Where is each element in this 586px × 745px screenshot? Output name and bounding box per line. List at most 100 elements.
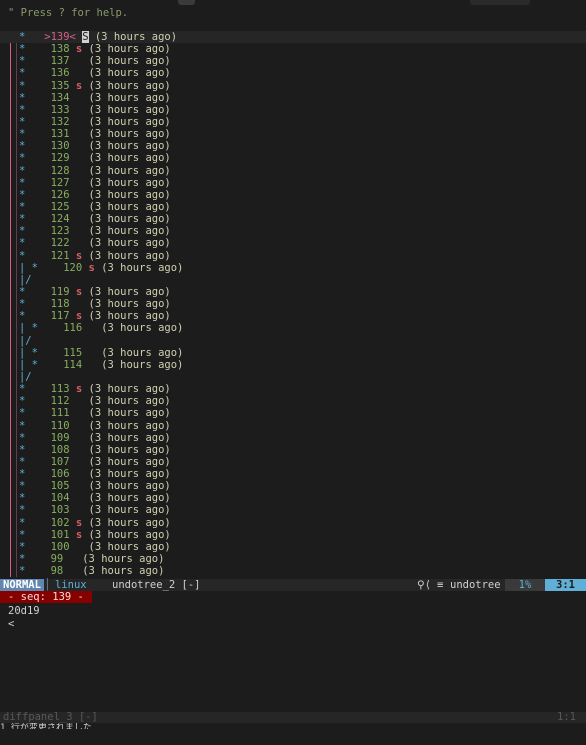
undo-node[interactable]: * 125 (3 hours ago) [0,201,586,213]
undotree-pane[interactable]: * >139< S (3 hours ago) * 138 s (3 hours… [0,31,586,577]
undo-node[interactable]: * 102 s (3 hours ago) [0,517,586,529]
undo-node[interactable]: * 117 s (3 hours ago) [0,310,586,322]
node-number: 116 [63,322,83,335]
node-time: (3 hours ago) [101,322,184,335]
filetype-label: undotree [450,579,501,591]
node-number: 131 [50,128,70,141]
undo-node[interactable]: | * 114 (3 hours ago) [0,359,586,371]
undo-node[interactable]: * 106 (3 hours ago) [0,468,586,480]
undo-node[interactable]: * 118 (3 hours ago) [0,298,586,310]
undo-node[interactable]: * 138 s (3 hours ago) [0,43,586,55]
undo-node[interactable]: * 103 (3 hours ago) [0,504,586,516]
undo-node[interactable]: * 134 (3 hours ago) [0,92,586,104]
undo-node[interactable]: * 108 (3 hours ago) [0,444,586,456]
undo-node[interactable]: * 111 (3 hours ago) [0,407,586,419]
node-number: 134 [50,91,70,104]
undo-node[interactable]: * 104 (3 hours ago) [0,492,586,504]
undo-node[interactable]: * 100 (3 hours ago) [0,541,586,553]
graph-mark: | * [18,346,38,359]
undo-node[interactable]: | * 120 s (3 hours ago) [0,262,586,274]
node-number: 99 [50,553,64,566]
node-number: 109 [50,431,70,444]
node-number: 135 [50,79,70,92]
undo-node[interactable]: * 109 (3 hours ago) [0,432,586,444]
undotree-icon: ≡ [437,579,444,591]
undo-node[interactable]: * 101 s (3 hours ago) [0,529,586,541]
undo-node[interactable]: * 137 (3 hours ago) [0,55,586,67]
node-time: (3 hours ago) [88,431,171,444]
undo-node[interactable]: * 119 s (3 hours ago) [0,286,586,298]
undo-node[interactable]: * 126 (3 hours ago) [0,189,586,201]
undo-node[interactable]: * 110 (3 hours ago) [0,420,586,432]
node-time: (3 hours ago) [88,140,171,153]
undo-node[interactable]: | * 116 (3 hours ago) [0,322,586,334]
undo-node[interactable]: * 98 (3 hours ago) [0,565,586,577]
undo-node[interactable]: * 129 (3 hours ago) [0,152,586,164]
separator-icon: ▏ [47,579,54,591]
undo-node-current[interactable]: * >139< S (3 hours ago) [0,31,586,44]
node-number: 103 [50,504,70,517]
branch-connector: |/ [0,274,586,286]
node-number: 102 [50,516,70,529]
undo-node[interactable]: * 135 s (3 hours ago) [0,80,586,92]
graph-mark: | * [18,261,38,274]
tab-indicator[interactable] [178,0,195,5]
node-time: (3 hours ago) [88,407,171,420]
node-number: 128 [50,164,70,177]
undo-node[interactable]: * 133 (3 hours ago) [0,104,586,116]
undo-node[interactable]: * 127 (3 hours ago) [0,177,586,189]
node-number: 129 [50,152,70,165]
scroll-percent: 1% [505,579,545,591]
tab-indicator-right[interactable] [470,0,530,5]
undo-node[interactable]: * 130 (3 hours ago) [0,140,586,152]
node-number: 106 [50,468,70,481]
undo-node[interactable]: * 123 (3 hours ago) [0,225,586,237]
undo-node[interactable]: * 105 (3 hours ago) [0,480,586,492]
undo-node[interactable]: * 112 (3 hours ago) [0,395,586,407]
undo-node[interactable]: * 113 s (3 hours ago) [0,383,586,395]
undo-node[interactable]: * 99 (3 hours ago) [0,553,586,565]
node-number: 126 [50,188,70,201]
undo-node[interactable]: * 121 s (3 hours ago) [0,250,586,262]
node-number: 115 [63,346,83,359]
node-time: (3 hours ago) [88,528,171,541]
node-time: (3 hours ago) [88,419,171,432]
undo-node[interactable]: | * 115 (3 hours ago) [0,347,586,359]
undo-node[interactable]: * 132 (3 hours ago) [0,116,586,128]
node-time: (3 hours ago) [88,455,171,468]
undo-node[interactable]: * 107 (3 hours ago) [0,456,586,468]
graph-mark: |/ [18,334,32,347]
graph-mark: |/ [18,370,32,383]
undo-node[interactable]: * 128 (3 hours ago) [0,165,586,177]
node-time: (3 hours ago) [82,553,165,566]
node-time: (3 hours ago) [94,31,178,43]
undo-node[interactable]: * 131 (3 hours ago) [0,128,586,140]
undo-node[interactable]: * 122 (3 hours ago) [0,237,586,249]
undo-node[interactable]: * 124 (3 hours ago) [0,213,586,225]
undo-node[interactable]: * 136 (3 hours ago) [0,67,586,79]
node-number: 136 [50,67,70,80]
